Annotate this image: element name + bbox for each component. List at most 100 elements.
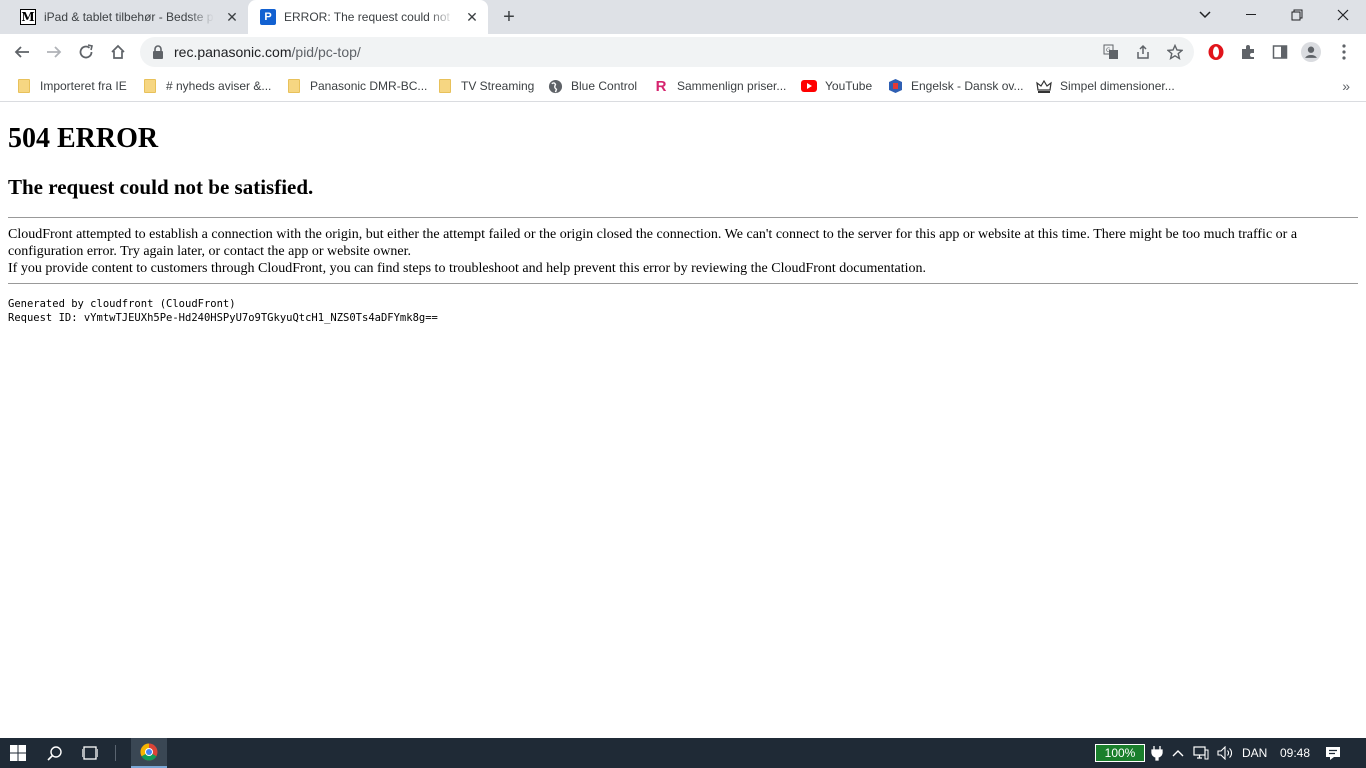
error-footer: Generated by cloudfront (CloudFront) Requ… (8, 297, 438, 325)
back-button[interactable] (8, 38, 36, 66)
share-icon[interactable] (1134, 43, 1152, 61)
windows-logo-icon (10, 745, 26, 761)
m-favicon-icon: M (20, 9, 36, 25)
folder-icon (16, 78, 32, 94)
tab-error[interactable]: P ERROR: The request could not be satisf… (248, 0, 488, 34)
more-bookmarks-icon[interactable]: » (1342, 78, 1350, 94)
bookmark-panasonic-dmr[interactable]: Panasonic DMR-BC... (286, 75, 427, 97)
tab-ipad-tilbehor[interactable]: M iPad & tablet tilbehør - Bedste priser… (8, 0, 248, 34)
taskbar-separator (110, 738, 122, 768)
task-view-button[interactable] (74, 738, 106, 768)
bookmark-blue-control[interactable]: Blue Control (547, 75, 637, 97)
address-bar[interactable]: rec.panasonic.com/pid/pc-top/ G (140, 37, 1194, 67)
error-subheading: The request could not be satisfied. (8, 175, 314, 199)
crown-icon (1036, 78, 1052, 94)
error-description: CloudFront attempted to establish a conn… (8, 226, 1358, 277)
url-text[interactable]: rec.panasonic.com/pid/pc-top/ (174, 44, 361, 60)
bookmark-label: Blue Control (571, 79, 638, 93)
close-window-button[interactable] (1320, 0, 1366, 30)
bookmark-youtube[interactable]: YouTube (801, 75, 872, 97)
folder-icon (142, 78, 158, 94)
close-tab-icon[interactable]: ✕ (224, 9, 240, 25)
clock[interactable]: 09:48 (1280, 738, 1310, 768)
task-view-icon (82, 746, 98, 760)
menu-kebab-icon[interactable] (1334, 42, 1354, 62)
network-icon[interactable] (1190, 738, 1212, 768)
tab-strip: M iPad & tablet tilbehør - Bedste priser… (0, 0, 1366, 34)
globe-icon (547, 78, 563, 94)
action-center-button[interactable] (1318, 738, 1348, 768)
folder-icon (437, 78, 453, 94)
language-indicator[interactable]: DAN (1242, 738, 1267, 768)
bookmarks-bar: Importeret fra IE # nyheds aviser &... P… (0, 70, 1366, 102)
side-panel-icon[interactable] (1270, 42, 1290, 62)
tab-title: ERROR: The request could not be satisfie… (284, 10, 454, 24)
bookmark-importeret-fra-ie[interactable]: Importeret fra IE (16, 75, 127, 97)
opera-extension-icon[interactable] (1206, 42, 1226, 62)
profile-avatar-icon[interactable] (1301, 42, 1321, 62)
bookmark-label: Panasonic DMR-BC... (310, 79, 428, 93)
home-icon (111, 44, 125, 59)
url-path: /pid/pc-top/ (291, 44, 361, 60)
divider (8, 283, 1358, 284)
start-button[interactable] (0, 738, 36, 768)
forward-button[interactable] (40, 38, 68, 66)
minimize-icon (1246, 14, 1256, 15)
p-favicon-icon: P (260, 9, 276, 25)
bookmark-label: # nyheds aviser &... (166, 79, 272, 93)
bookmark-sammenlign-priser[interactable]: R Sammenlign priser... (653, 75, 787, 97)
divider (8, 217, 1358, 218)
home-button[interactable] (104, 38, 132, 66)
bookmark-label: Sammenlign priser... (677, 79, 787, 93)
bookmark-engelsk-dansk[interactable]: Engelsk - Dansk ov... (887, 75, 1024, 97)
restore-button[interactable] (1274, 0, 1320, 30)
request-id-text: Request ID: vYmtwTJEUXh5Pe-Hd240HSPyU7o9… (8, 312, 438, 324)
windows-taskbar: 100% DAN 09:48 (0, 738, 1366, 768)
bookmark-label: Engelsk - Dansk ov... (911, 79, 1024, 93)
search-icon (47, 746, 62, 761)
power-plug-icon[interactable] (1148, 738, 1166, 768)
page-content: 504 ERROR The request could not be satis… (0, 103, 1366, 738)
svg-text:G: G (1106, 47, 1111, 54)
reload-icon (79, 44, 93, 59)
chevron-down-icon (1199, 11, 1211, 19)
taskbar-chrome-button[interactable] (131, 738, 167, 768)
bookmark-tv-streaming[interactable]: TV Streaming (437, 75, 534, 97)
close-icon (1337, 9, 1349, 21)
pricerunner-icon: R (655, 77, 667, 95)
restore-icon (1291, 9, 1303, 21)
bookmark-label: YouTube (825, 79, 873, 93)
extensions-puzzle-icon[interactable] (1238, 42, 1258, 62)
error-paragraph-1: CloudFront attempted to establish a conn… (8, 227, 1298, 259)
error-paragraph-2: If you provide content to customers thro… (8, 261, 927, 276)
volume-icon[interactable] (1214, 738, 1236, 768)
battery-indicator[interactable]: 100% (1095, 744, 1145, 762)
browser-toolbar: rec.panasonic.com/pid/pc-top/ G (0, 34, 1366, 70)
close-tab-icon[interactable]: ✕ (464, 9, 480, 25)
youtube-icon (801, 78, 817, 94)
new-tab-button[interactable]: + (498, 6, 520, 28)
url-host: rec.panasonic.com (174, 44, 292, 60)
dictionary-icon (887, 78, 903, 94)
bookmark-star-icon[interactable] (1166, 43, 1184, 61)
bookmark-nyheds-aviser[interactable]: # nyheds aviser &... (142, 75, 271, 97)
notification-icon (1326, 746, 1340, 760)
search-button[interactable] (38, 738, 72, 768)
bookmark-label: Importeret fra IE (40, 79, 127, 93)
lock-icon[interactable] (152, 45, 164, 59)
bookmark-simpel-dimensioner[interactable]: Simpel dimensioner... (1036, 75, 1175, 97)
translate-icon[interactable]: G (1102, 43, 1120, 61)
tab-search-button[interactable] (1182, 0, 1228, 30)
back-arrow-icon (14, 46, 29, 58)
bookmark-label: Simpel dimensioner... (1060, 79, 1175, 93)
error-heading: 504 ERROR (8, 123, 159, 154)
minimize-button[interactable] (1228, 0, 1274, 30)
tab-title: iPad & tablet tilbehør - Bedste priser (44, 10, 214, 24)
chrome-icon (140, 743, 158, 761)
tray-expand-icon[interactable] (1168, 738, 1188, 768)
bookmark-label: TV Streaming (461, 79, 535, 93)
reload-button[interactable] (72, 38, 100, 66)
forward-arrow-icon (47, 46, 62, 58)
generated-by-text: Generated by cloudfront (CloudFront) (8, 298, 236, 310)
folder-icon (286, 78, 302, 94)
